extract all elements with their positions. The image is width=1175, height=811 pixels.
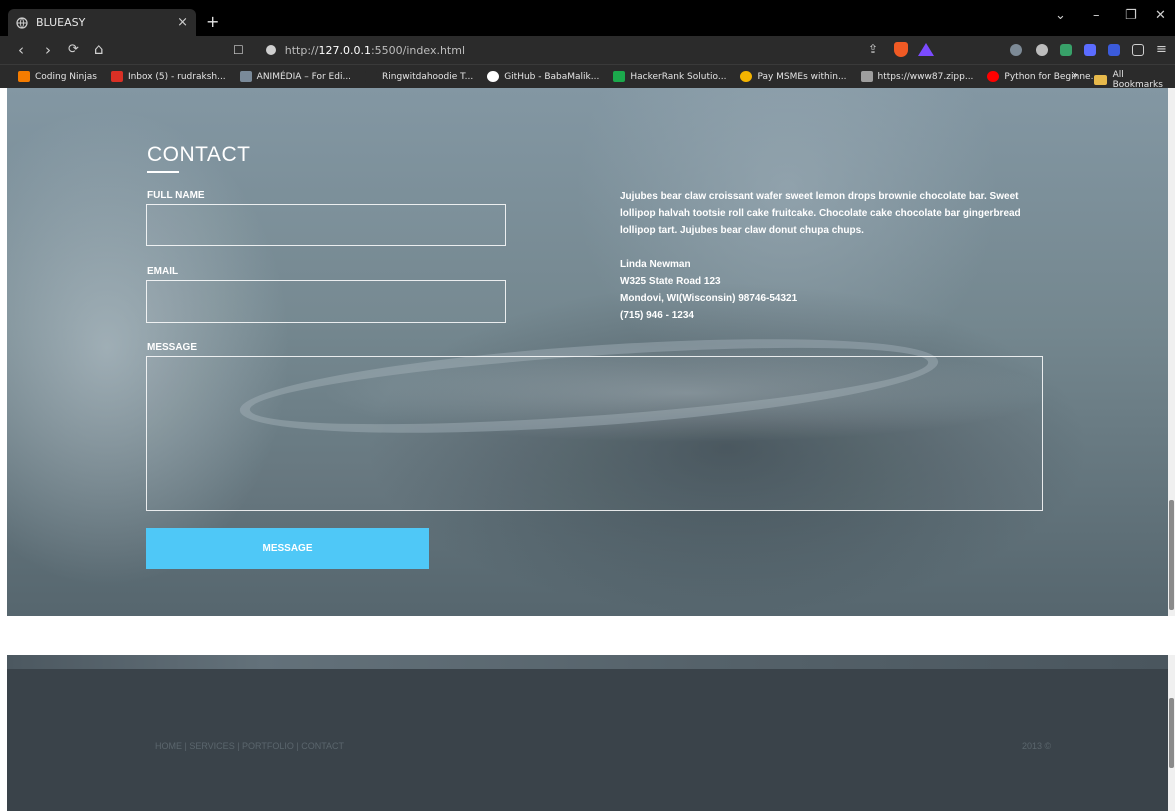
address-bar[interactable]: ☐ http://127.0.0.1:5500/index.html	[233, 40, 943, 60]
email-label: EMAIL	[147, 266, 179, 277]
extension-icon[interactable]	[1010, 44, 1022, 56]
globe-icon	[16, 16, 28, 29]
contact-name: Linda Newman	[620, 259, 691, 270]
bookmark-label: ANIMÉDIA – For Edi...	[256, 71, 352, 82]
bookmark-label: HackerRank Solutio...	[630, 71, 727, 82]
bookmark-item[interactable]: Coding Ninjas	[18, 71, 97, 82]
brave-shields-icon[interactable]	[894, 42, 908, 57]
contact-address: Linda Newman W325 State Road 123 Mondovi…	[620, 256, 797, 324]
bookmark-item[interactable]: Ringwitdahoodie T...	[365, 71, 473, 82]
extension-icon[interactable]	[1084, 44, 1096, 56]
bookmark-favicon-icon	[365, 71, 378, 82]
bookmarks-overflow-icon[interactable]: »	[1072, 70, 1078, 81]
hackerrank-icon	[613, 71, 626, 82]
footer-scrollbar-thumb[interactable]	[1169, 698, 1174, 768]
github-icon	[487, 71, 500, 82]
browser-titlebar: BLUEASY × + ⌄ – ❐ ✕	[0, 0, 1175, 36]
full-name-label: FULL NAME	[147, 190, 205, 201]
extensions-puzzle-icon[interactable]	[1132, 44, 1144, 56]
bookmark-item[interactable]: HackerRank Solutio...	[613, 71, 726, 82]
extension-icon[interactable]	[1060, 44, 1072, 56]
all-bookmarks[interactable]: All Bookmarks	[1094, 70, 1175, 90]
scrollbar-thumb[interactable]	[1169, 500, 1174, 610]
bookmark-item[interactable]: ANIMÉDIA – For Edi...	[239, 71, 352, 82]
gmail-icon	[110, 71, 123, 82]
bookmark-label: Coding Ninjas	[35, 71, 97, 82]
bookmark-label: https://www87.zipp...	[877, 71, 974, 82]
forward-icon[interactable]: ›	[45, 41, 51, 59]
tab-title: BLUEASY	[36, 16, 86, 29]
window-close-icon[interactable]: ✕	[1155, 8, 1166, 23]
new-tab-icon[interactable]: +	[206, 12, 219, 31]
footer-top-strip	[7, 655, 1168, 669]
back-icon[interactable]: ‹	[18, 41, 24, 59]
url-path: :5500/index.html	[370, 43, 466, 57]
url-host: 127.0.0.1	[318, 43, 371, 57]
bookmark-favicon-icon	[239, 71, 252, 82]
all-bookmarks-label: All Bookmarks	[1112, 70, 1163, 90]
tab-search-icon[interactable]: ⌄	[1055, 8, 1066, 23]
contact-street: W325 State Road 123	[620, 276, 721, 287]
menu-icon[interactable]: ≡	[1156, 42, 1167, 57]
translate-icon[interactable]	[1108, 44, 1120, 56]
url-prefix: http://	[284, 43, 319, 57]
contact-city: Mondovi, WI(Wisconsin) 98746-54321	[620, 293, 798, 304]
site-info-icon[interactable]	[265, 45, 276, 55]
bookmark-icon[interactable]: ☐	[233, 43, 244, 57]
email-field[interactable]	[146, 280, 506, 323]
bookmark-item[interactable]: https://www87.zipp...	[860, 71, 974, 82]
browser-toolbar: ‹ › ⟳ ⌂ ☐ http://127.0.0.1:5500/index.ht…	[0, 36, 1175, 64]
message-textarea[interactable]	[146, 356, 1043, 511]
section-title: CONTACT	[147, 143, 251, 166]
home-icon[interactable]: ⌂	[94, 40, 104, 58]
bookmark-item[interactable]: Pay MSMEs within...	[740, 71, 847, 82]
bookmark-favicon-icon	[740, 71, 753, 82]
message-label: MESSAGE	[147, 342, 198, 353]
about-text: Jujubes bear claw croissant wafer sweet …	[620, 191, 1021, 236]
reload-icon[interactable]: ⟳	[68, 42, 79, 57]
contact-phone: (715) 946 - 1234	[620, 310, 694, 321]
grid-icon	[860, 71, 873, 82]
bookmark-label: Pay MSMEs within...	[757, 71, 847, 82]
bookmark-label: GitHub - BabaMalik...	[504, 71, 600, 82]
tab-close-icon[interactable]: ×	[177, 15, 188, 30]
bookmark-item[interactable]: Inbox (5) - rudraksh...	[110, 71, 226, 82]
bookmarks-bar: Coding Ninjas Inbox (5) - rudraksh... AN…	[0, 64, 1175, 88]
message-submit-button[interactable]: MESSAGE	[146, 528, 429, 569]
bookmark-label: Python for Beginne...	[1004, 71, 1100, 82]
contact-section: CONTACT FULL NAME EMAIL MESSAGE MESSAGE …	[7, 88, 1168, 616]
bookmark-item[interactable]: Python for Beginne...	[987, 71, 1099, 82]
title-underline	[147, 171, 179, 173]
footer-nav-links[interactable]: HOME | SERVICES | PORTFOLIO | CONTACT	[155, 741, 344, 751]
share-icon[interactable]: ⇪	[868, 42, 878, 56]
minimize-icon[interactable]: –	[1093, 8, 1100, 23]
settings-extension-icon[interactable]	[1036, 44, 1048, 56]
folder-icon	[1094, 75, 1107, 85]
footer: HOME | SERVICES | PORTFOLIO | CONTACT 20…	[7, 655, 1168, 811]
bookmark-item[interactable]: GitHub - BabaMalik...	[487, 71, 599, 82]
bookmark-label: Ringwitdahoodie T...	[382, 71, 474, 82]
bookmark-label: Inbox (5) - rudraksh...	[127, 71, 226, 82]
restore-icon[interactable]: ❐	[1125, 8, 1137, 23]
browser-tab[interactable]: BLUEASY ×	[8, 9, 196, 36]
full-name-field[interactable]	[146, 204, 506, 246]
footer-copyright: 2013 ©	[1022, 741, 1052, 751]
rewards-icon[interactable]	[918, 43, 934, 56]
youtube-icon	[987, 71, 1000, 82]
bookmark-favicon-icon	[18, 71, 30, 82]
